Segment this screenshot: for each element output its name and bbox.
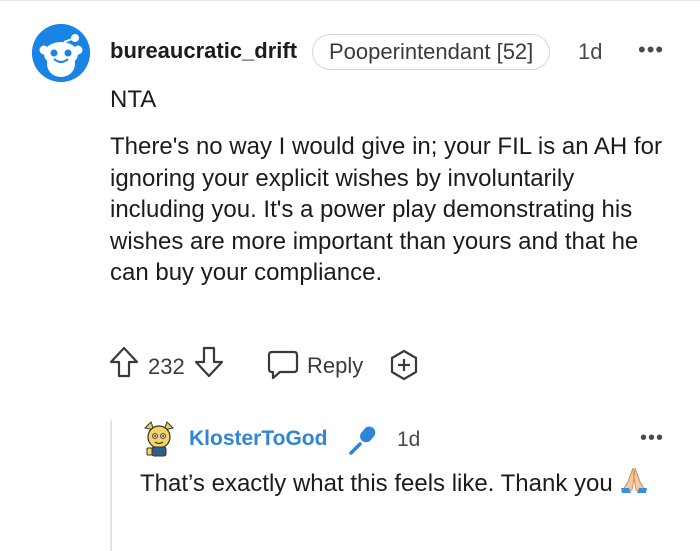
snoo-icon: [32, 24, 90, 82]
reply-button[interactable]: Reply: [307, 353, 363, 379]
reply-age: 1d: [397, 428, 421, 451]
cartoon-avatar-icon: [144, 421, 174, 457]
thread-line[interactable]: [110, 420, 112, 551]
more-options-icon[interactable]: •••: [638, 39, 664, 61]
comment-username[interactable]: bureaucratic_drift: [110, 38, 297, 64]
comment-actions: 232 Reply: [0, 345, 700, 389]
divider: [0, 0, 700, 1]
comment-thread: bureaucratic_drift Pooperintendant [52] …: [0, 0, 700, 551]
arrow-up-icon[interactable]: [108, 345, 140, 379]
reply-body: That’s exactly what this feels like. Tha…: [140, 466, 670, 503]
arrow-down-icon[interactable]: [193, 345, 225, 379]
reply-body-text: That’s exactly what this feels like. Tha…: [140, 469, 613, 497]
chat-bubble-icon[interactable]: [266, 349, 300, 381]
reply-user-avatar[interactable]: [140, 420, 178, 458]
comment-body: There's no way I would give in; your FIL…: [110, 133, 662, 286]
reply-more-options-icon[interactable]: •••: [640, 428, 664, 448]
user-flair: Pooperintendant [52]: [312, 34, 551, 70]
folded-hands-emoji-icon: [619, 466, 649, 503]
reply-username[interactable]: KlosterToGod: [189, 427, 327, 451]
microphone-icon: [349, 426, 376, 455]
user-avatar[interactable]: [32, 24, 90, 82]
vote-count: 232: [148, 354, 185, 379]
comment-age: 1d: [578, 39, 603, 64]
comment-verdict: NTA: [110, 86, 157, 113]
award-plus-icon[interactable]: [388, 349, 420, 381]
